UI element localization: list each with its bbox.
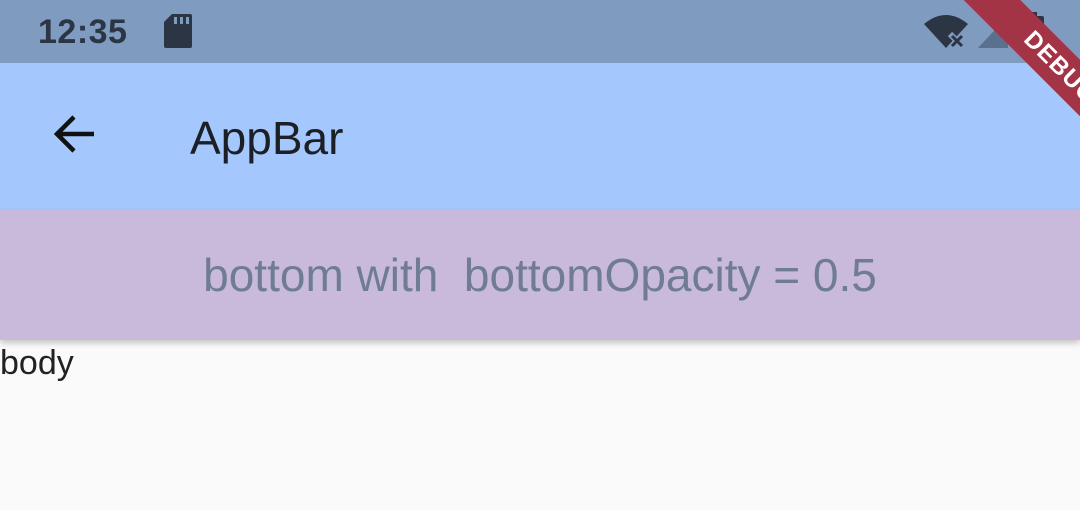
wifi-off-icon	[924, 15, 968, 48]
sd-card-icon	[164, 14, 192, 48]
app-bar-bottom-text: bottom with bottomOpacity = 0.5	[203, 249, 877, 301]
battery-charging-icon	[1020, 12, 1044, 50]
signal-icon	[978, 16, 1008, 48]
back-button[interactable]	[38, 98, 110, 170]
body-text: body	[0, 344, 74, 382]
arrow-back-icon	[53, 115, 94, 153]
status-time: 12:35	[38, 13, 128, 51]
status-bar: 12:35	[0, 0, 1080, 63]
app-bar-bottom: bottom with bottomOpacity = 0.5	[0, 210, 1080, 340]
app-bar-title: AppBar	[190, 112, 344, 164]
app-bar: AppBar	[0, 63, 1080, 210]
